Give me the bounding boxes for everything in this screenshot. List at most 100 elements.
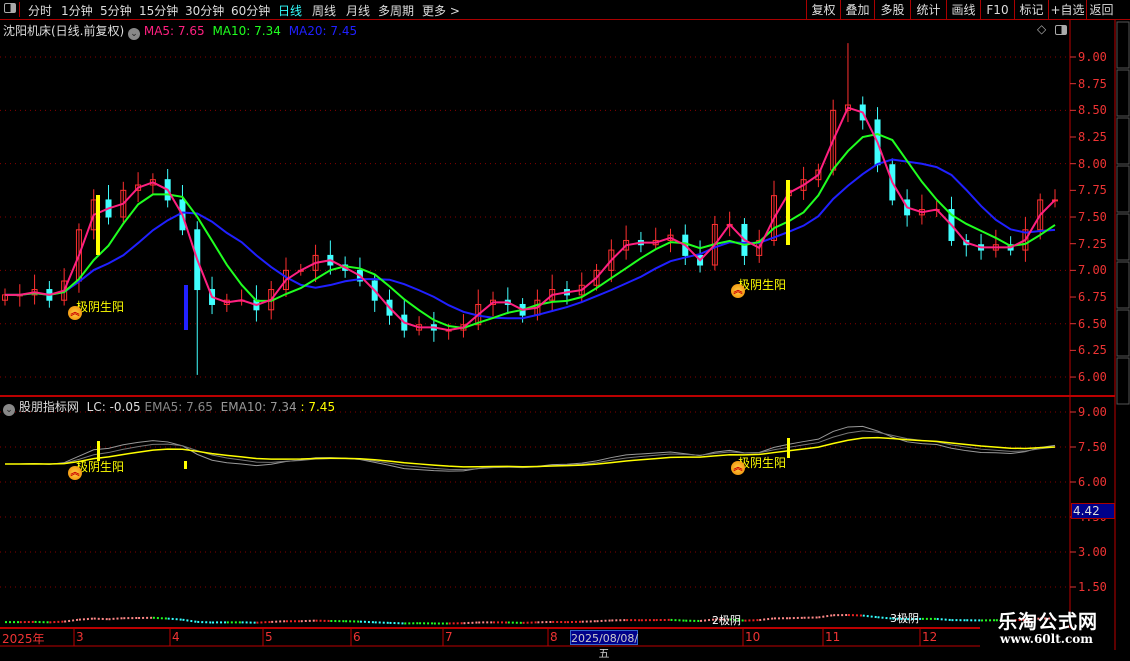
trend-strip-segment <box>670 620 685 621</box>
dropdown-icon[interactable]: ⌄ <box>128 28 140 40</box>
y-tick-label: 6.75 <box>1078 290 1107 304</box>
y-tick-label: 7.50 <box>1078 440 1107 454</box>
trend-strip-segment <box>744 620 759 621</box>
ma10-line <box>5 134 1055 328</box>
trend-strip-segment <box>597 620 612 621</box>
trend-strip-segment <box>937 619 952 620</box>
ma10-value: MA10: 7.34 <box>212 24 280 38</box>
signal-bar <box>184 285 188 330</box>
trend-strip-segment <box>182 620 197 622</box>
signal-bar <box>96 195 100 255</box>
date-label: 4 <box>172 630 180 644</box>
strip-label: 3极阴 <box>890 610 919 626</box>
trend-strip-segment <box>256 622 271 623</box>
ema10-line <box>5 431 1055 470</box>
trend-strip-segment <box>582 621 597 622</box>
y-tick-label: 6.25 <box>1078 343 1107 357</box>
trend-strip-segment <box>109 618 124 619</box>
side-panel-cell <box>1117 22 1129 68</box>
y-tick-label: 8.75 <box>1078 77 1107 91</box>
date-label: 12 <box>922 630 937 644</box>
side-panel-cell <box>1117 310 1129 356</box>
trend-strip-segment <box>301 621 316 622</box>
date-label: 3 <box>76 630 84 644</box>
date-label: 5 <box>265 630 273 644</box>
panel-toggle-icon[interactable] <box>1055 25 1067 35</box>
ema5-value: EMA5: 7.65 <box>144 400 212 414</box>
signal-bar <box>787 438 790 458</box>
signal-bar <box>786 180 790 245</box>
trend-strip-segment <box>360 622 375 623</box>
date-label: 8 <box>550 630 558 644</box>
y-tick-label: 7.25 <box>1078 237 1107 251</box>
side-panel-cell <box>1117 70 1129 116</box>
trend-strip-segment <box>863 616 878 618</box>
side-panel-cell <box>1117 262 1129 308</box>
trend-strip-segment <box>271 621 286 622</box>
stock-title: 沈阳机床(日线.前复权) <box>3 24 124 38</box>
indicator-legend: ⌄ 股朋指标网 LC: -0.05 EMA5: 7.65 EMA10: 7.34… <box>3 398 335 416</box>
ma5-value: MA5: 7.65 <box>144 24 205 38</box>
date-label: 11 <box>825 630 840 644</box>
strip-label: 2极阴 <box>712 612 741 628</box>
date-label: 6 <box>353 630 361 644</box>
y-tick-label: 7.00 <box>1078 263 1107 277</box>
y-tick-label: 6.50 <box>1078 317 1107 331</box>
trend-strip-segment <box>197 622 212 623</box>
ema10-value: EMA10: 7.34 <box>221 400 297 414</box>
signal-label: 极阴生阳 <box>76 458 124 475</box>
trend-strip-segment <box>759 618 774 620</box>
trend-strip-segment <box>818 615 833 617</box>
y-tick-label: 9.00 <box>1078 405 1107 419</box>
side-panel-cell <box>1117 358 1129 404</box>
extra-value: : 7.45 <box>301 400 336 414</box>
y-tick-label: 6.00 <box>1078 370 1107 384</box>
y-tick-label: 8.50 <box>1078 103 1107 117</box>
date-label: 10 <box>745 630 760 644</box>
trend-strip-segment <box>375 622 390 623</box>
signal-bar <box>184 461 187 469</box>
trend-strip-segment <box>64 620 79 622</box>
y-tick-label: 6.00 <box>1078 475 1107 489</box>
up-arrow-icon: ︽ <box>731 461 745 475</box>
ma20-line <box>5 160 1055 319</box>
trend-strip-segment <box>49 622 64 623</box>
diamond-icon[interactable]: ◇ <box>1037 22 1046 36</box>
lc-value: LC: -0.05 <box>87 400 141 414</box>
indicator-title: 股朋指标网 <box>19 400 79 414</box>
y-tick-label: 3.00 <box>1078 545 1107 559</box>
watermark-url: www.60lt.com <box>1000 632 1093 646</box>
y-tick-label: 8.00 <box>1078 157 1107 171</box>
y-tick-label: 8.25 <box>1078 130 1107 144</box>
date-label: 7 <box>445 630 453 644</box>
up-arrow-icon: ︽ <box>68 466 82 480</box>
dropdown-icon[interactable]: ⌄ <box>3 404 15 416</box>
y-tick-label: 7.75 <box>1078 183 1107 197</box>
chart-canvas[interactable] <box>0 0 1130 650</box>
trend-strip-segment <box>523 622 538 623</box>
trend-strip-segment <box>168 619 183 620</box>
signal-label: 极阴生阳 <box>738 454 786 471</box>
side-panel-cell <box>1117 214 1129 260</box>
date-label: 2025年 <box>2 630 45 647</box>
y-tick-label: 1.50 <box>1078 580 1107 594</box>
trend-strip-segment <box>463 622 478 623</box>
side-panel-cell <box>1117 118 1129 164</box>
side-panel-cell <box>1117 166 1129 212</box>
watermark-name: 乐淘公式网 <box>998 607 1098 634</box>
trend-strip-segment <box>94 619 109 620</box>
y-tick-label: 7.50 <box>1078 210 1107 224</box>
ma20-value: MA20: 7.45 <box>289 24 357 38</box>
trend-strip-segment <box>153 618 168 619</box>
signal-label: 极阴生阳 <box>738 276 786 293</box>
trend-strip-segment <box>390 623 405 624</box>
signal-label: 极阴生阳 <box>76 298 124 315</box>
main-legend: 沈阳机床(日线.前复权) ⌄ MA5: 7.65 MA10: 7.34 MA20… <box>3 22 357 40</box>
up-arrow-icon: ︽ <box>68 306 82 320</box>
trend-strip-segment <box>79 619 94 620</box>
y-tick-label: 9.00 <box>1078 50 1107 64</box>
lc-line <box>5 438 1055 467</box>
ma5-line <box>5 108 1055 330</box>
trend-strip-segment <box>848 615 863 616</box>
cursor-date-badge: 2025/08/08/五 <box>570 630 638 645</box>
